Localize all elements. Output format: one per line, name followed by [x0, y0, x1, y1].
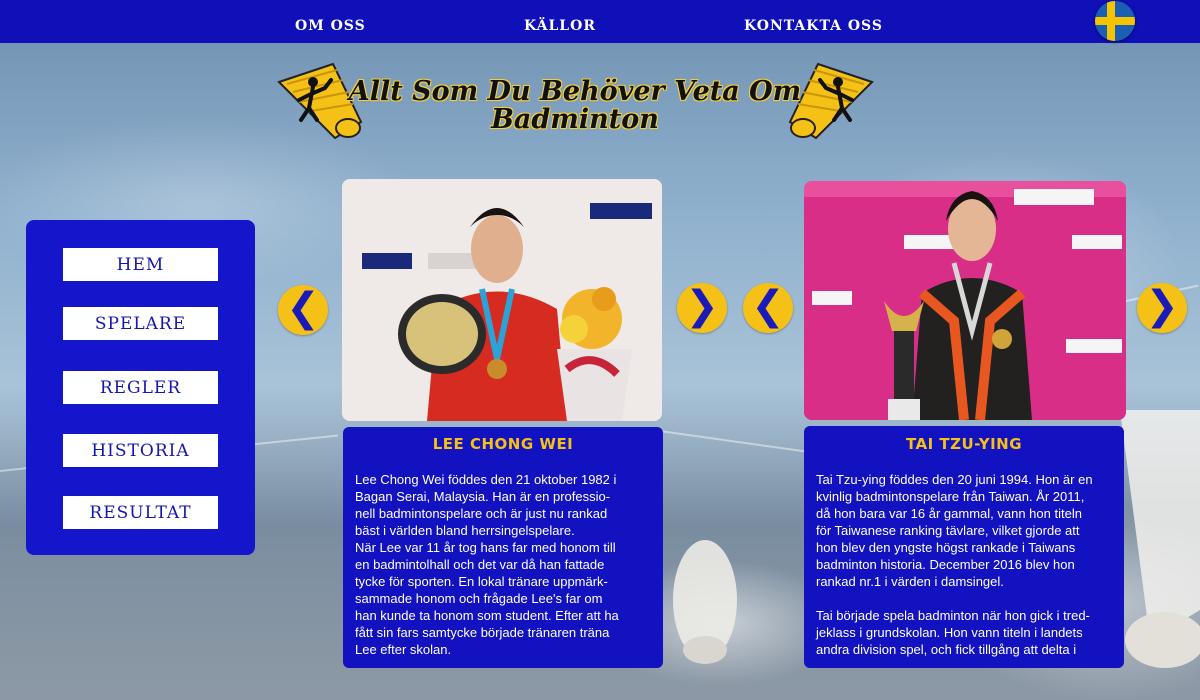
previous-arrow-button[interactable]: ❮: [743, 283, 793, 333]
player-info-panel: TAI TZU-YING Tai Tzu-ying föddes den 20 …: [804, 426, 1124, 668]
bio-line: fått sin fars samtycke började tränaren …: [355, 625, 610, 640]
nav-kallor[interactable]: KÄLLOR: [524, 0, 596, 43]
bio-line: Lee efter skolan.: [355, 642, 452, 657]
nav-kontakta-oss[interactable]: KONTAKTA OSS: [744, 0, 883, 43]
bio-line: bäst i världen bland herrsingelspelare.: [355, 523, 575, 538]
next-arrow-button[interactable]: ❯: [677, 283, 727, 333]
sidebar-item-hem[interactable]: HEM: [63, 248, 218, 281]
bio-line: tycke för sporten. En lokal tränare uppm…: [355, 574, 608, 589]
sweden-flag-icon[interactable]: [1095, 1, 1135, 41]
site-title: Allt Som Du Behöver Veta Om Badminton: [330, 78, 820, 134]
bio-line: jeklass i grundskolan. Hon vann titeln i…: [816, 625, 1083, 640]
player-bio: Tai Tzu-ying föddes den 20 juni 1994. Ho…: [816, 471, 1122, 658]
bio-line: Lee Chong Wei föddes den 21 oktober 1982…: [355, 472, 617, 487]
next-arrow-button[interactable]: ❯: [1137, 283, 1187, 333]
bio-line: en badmintolhall och det var då han fatt…: [355, 557, 605, 572]
player-photo-tai-tzu-ying: [804, 181, 1126, 420]
bio-line: Bagan Serai, Malaysia. Han är en profess…: [355, 489, 611, 504]
bio-line: hon blev den yngste högst rankade i Taiw…: [816, 540, 1076, 555]
sidebar-item-historia[interactable]: HISTORIA: [63, 434, 218, 467]
player-bio: Lee Chong Wei föddes den 21 oktober 1982…: [355, 471, 659, 658]
nav-om-oss[interactable]: OM OSS: [295, 0, 366, 43]
bio-line: När Lee var 11 år tog hans far med honom…: [355, 540, 616, 555]
site-title-line-2: Badminton: [491, 104, 659, 135]
previous-arrow-button[interactable]: ❮: [278, 285, 328, 335]
bio-line: nell badmintonspelare och är just nu ran…: [355, 506, 608, 521]
bio-line: andra division spel, och fick tillgång a…: [816, 642, 1077, 657]
bio-line: badminton historia. December 2016 blev h…: [816, 557, 1075, 572]
sidebar-item-regler[interactable]: REGLER: [63, 371, 218, 404]
sidebar-item-resultat[interactable]: RESULTAT: [63, 496, 218, 529]
top-navigation: OM OSS KÄLLOR KONTAKTA OSS: [0, 0, 1200, 43]
bio-line: kvinlig badmintonspelare från Taiwan. År…: [816, 489, 1085, 504]
shuttlecock-decoration: [673, 540, 737, 664]
bio-line: för Taiwanese ranking tävlare, vilket gj…: [816, 523, 1080, 538]
player-info-panel: LEE CHONG WEI Lee Chong Wei föddes den 2…: [343, 427, 663, 668]
bio-line: sammade honom och frågade Lee's far om: [355, 591, 603, 606]
player-name-heading: LEE CHONG WEI: [432, 435, 574, 453]
sidebar-menu: HEM SPELARE REGLER HISTORIA RESULTAT: [26, 220, 255, 555]
bio-line: [816, 590, 1122, 607]
bio-line: Tai började spela badminton när hon gick…: [816, 608, 1090, 623]
bio-line: rankad nr.1 i värden i damsingel.: [816, 574, 1004, 589]
player-name-heading: TAI TZU-YING: [905, 435, 1023, 453]
bio-line: då hon bara var 16 år gammal, vann hon t…: [816, 506, 1082, 521]
player-photo-lee-chong-wei: [342, 179, 662, 421]
bio-line: Tai Tzu-ying föddes den 20 juni 1994. Ho…: [816, 472, 1093, 487]
bio-line: han kunde ta honom som student. Efter at…: [355, 608, 619, 623]
sidebar-item-spelare[interactable]: SPELARE: [63, 307, 218, 340]
site-title-line-1: Allt Som Du Behöver Veta Om: [348, 76, 802, 107]
